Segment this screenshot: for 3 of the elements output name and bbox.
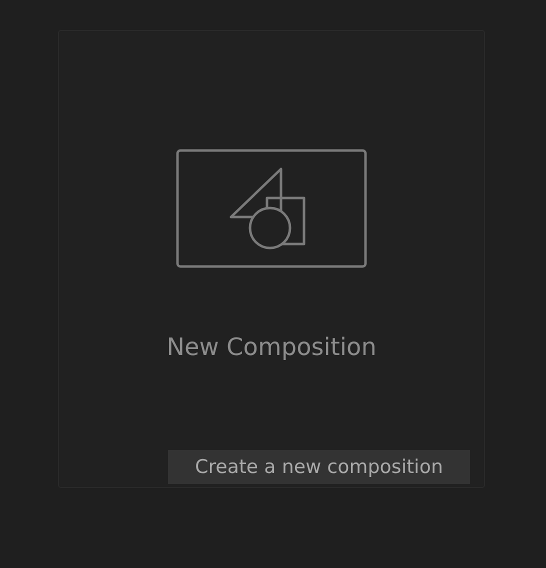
tooltip: Create a new composition	[168, 450, 470, 484]
composition-icon	[176, 149, 367, 269]
card-title: New Composition	[166, 333, 376, 361]
